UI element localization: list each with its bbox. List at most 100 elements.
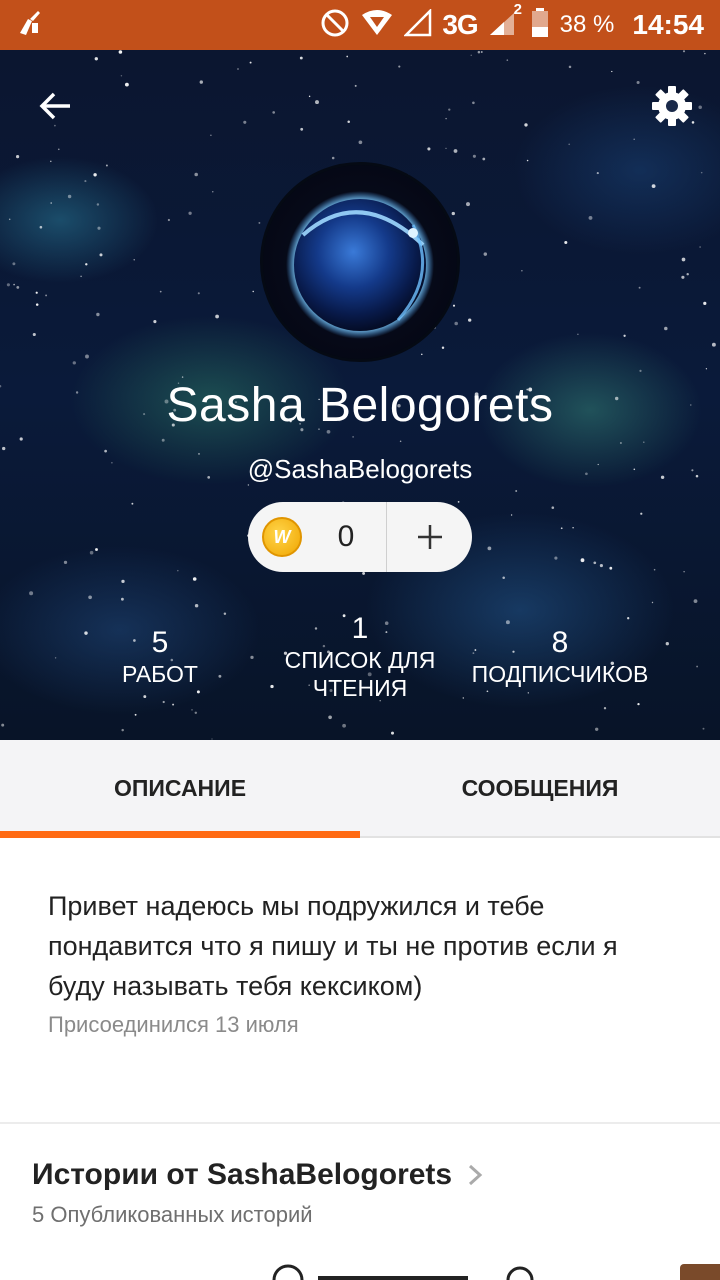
star-dot: [596, 172, 599, 175]
block-icon: [320, 8, 350, 43]
star-dot: [637, 702, 640, 706]
star-dot: [57, 148, 60, 151]
star-dot: [551, 506, 555, 510]
star-dot: [487, 546, 492, 551]
star-dot: [451, 211, 455, 216]
profile-name: Sasha Belogorets: [166, 379, 554, 432]
star-dot: [133, 259, 135, 261]
star-dot: [445, 147, 447, 150]
buy-coins-button[interactable]: [387, 502, 472, 572]
star-dot: [653, 568, 656, 571]
tab-description[interactable]: ОПИСАНИЕ: [0, 740, 360, 838]
star-dot: [704, 52, 706, 55]
star-dot: [328, 715, 332, 720]
star-dot: [603, 707, 607, 710]
star-dot: [121, 579, 125, 584]
star-dot: [593, 561, 597, 565]
star-dot: [143, 695, 147, 699]
star-dot: [352, 436, 354, 438]
network-type: 3G: [442, 9, 478, 40]
star-dot: [651, 184, 656, 189]
story-cover-thumbnail[interactable]: [680, 1264, 720, 1280]
stories-header[interactable]: Истории от SashaBelogorets: [32, 1158, 488, 1192]
profile-handle: @SashaBelogorets: [247, 454, 473, 484]
star-dot: [252, 290, 254, 293]
sim-slot-label: 2: [513, 0, 523, 18]
settings-button[interactable]: [644, 78, 700, 134]
plus-icon: [417, 525, 442, 549]
story-card-peek[interactable]: [270, 1262, 570, 1280]
star-dot: [572, 527, 574, 529]
star-dot: [210, 134, 212, 137]
star-dot: [199, 80, 203, 84]
joined-date: Присоединился 13 июля: [48, 1012, 299, 1037]
star-dot: [105, 164, 108, 167]
star-dot: [84, 180, 87, 183]
star-dot: [346, 55, 349, 58]
star-dot: [445, 117, 447, 120]
star-dot: [702, 727, 705, 730]
star-dot: [2, 446, 6, 451]
battery-icon: [530, 7, 550, 44]
star-dot: [16, 155, 20, 159]
clock: 14:54: [632, 9, 704, 40]
stat-reading-lists-value: 1: [351, 612, 369, 645]
star-dot: [651, 601, 654, 604]
planet-avatar-image: [286, 191, 434, 339]
star-dot: [526, 159, 529, 162]
star-dot: [398, 65, 401, 68]
star-dot: [104, 449, 107, 453]
star-dot: [32, 332, 36, 337]
star-dot: [505, 620, 510, 625]
star-dot: [8, 218, 11, 221]
star-dot: [588, 215, 593, 220]
star-dot: [560, 527, 563, 530]
star-dot: [315, 100, 319, 105]
stat-followers[interactable]: 8 ПОДПИСЧИКОВ: [460, 626, 660, 688]
star-dot: [700, 171, 703, 174]
star-dot: [249, 61, 252, 64]
stat-works-label: РАБОТ: [122, 661, 198, 687]
star-dot: [640, 512, 643, 515]
section-divider: [0, 1122, 720, 1124]
star-dot: [686, 272, 689, 276]
stat-works[interactable]: 5 РАБОТ: [80, 626, 240, 688]
star-dot: [515, 490, 518, 492]
gear-icon: [652, 86, 692, 126]
star-dot: [472, 154, 476, 158]
star-dot: [153, 320, 157, 324]
star-dot: [93, 173, 97, 177]
star-dot: [468, 318, 472, 322]
star-dot: [45, 294, 48, 297]
avatar[interactable]: [260, 162, 460, 362]
stat-followers-value: 8: [551, 626, 569, 659]
wifi-icon: [360, 9, 394, 42]
star-dot: [299, 56, 303, 60]
star-dot: [13, 283, 15, 286]
star-dot: [194, 711, 198, 715]
star-dot: [97, 226, 101, 230]
tab-messages[interactable]: СООБЩЕНИЯ: [360, 740, 720, 836]
star-dot: [95, 548, 98, 551]
star-dot: [35, 303, 39, 306]
star-dot: [683, 570, 685, 573]
star-dot: [124, 82, 129, 87]
star-dot: [167, 218, 171, 222]
stat-followers-label: ПОДПИСЧИКОВ: [471, 661, 649, 687]
profile-tabs: ОПИСАНИЕ СООБЩЕНИЯ: [0, 740, 720, 838]
star-dot: [19, 437, 23, 441]
star-dot: [118, 50, 123, 54]
star-dot: [399, 440, 402, 443]
stat-reading-lists[interactable]: 1 СПИСОК ДЛЯ ЧТЕНИЯ: [270, 612, 450, 702]
star-dot: [681, 257, 686, 262]
star-dot: [194, 172, 198, 177]
star-dot: [665, 642, 669, 646]
signal-icon: 2: [488, 1, 522, 42]
star-dot: [54, 657, 57, 659]
stories-count: 5 Опубликованных историй: [32, 1202, 313, 1227]
star-dot: [421, 353, 423, 356]
back-button[interactable]: [28, 78, 84, 134]
star-dot: [483, 252, 488, 256]
star-dot: [448, 108, 451, 111]
star-dot: [196, 690, 200, 694]
